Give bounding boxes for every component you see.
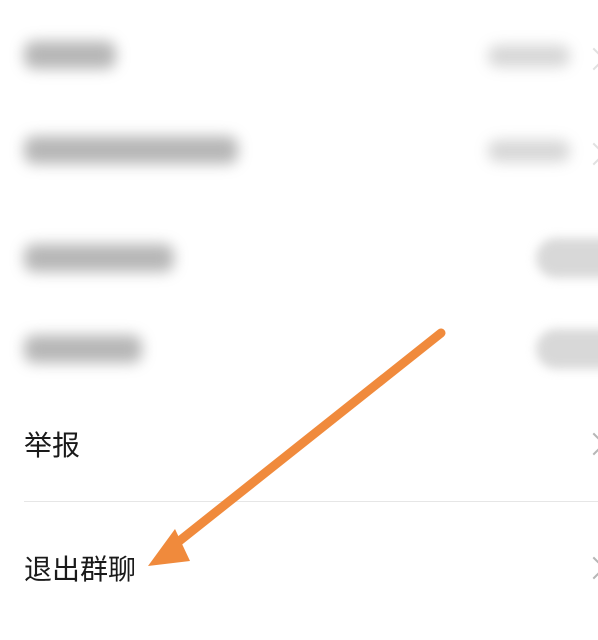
- settings-row-obscured-4: [0, 305, 598, 401]
- toggle-switch[interactable]: [536, 238, 598, 278]
- obscured-label: [24, 335, 142, 363]
- toggle-switch[interactable]: [536, 329, 598, 369]
- obscured-label: [24, 136, 238, 164]
- report-row[interactable]: 举报: [0, 394, 598, 490]
- settings-row-obscured-3: [0, 210, 598, 306]
- chevron-right-icon: [582, 47, 598, 71]
- report-label: 举报: [24, 429, 81, 462]
- obscured-label: [24, 244, 174, 272]
- group-settings-screen: 举报 退出群聊: [0, 0, 598, 640]
- chevron-right-icon: [582, 556, 598, 580]
- obscured-value: [488, 140, 570, 162]
- settings-row-obscured-2[interactable]: [0, 100, 598, 196]
- exit-group-row[interactable]: 退出群聊: [0, 518, 598, 614]
- chevron-right-icon: [582, 432, 598, 456]
- exit-group-label: 退出群聊: [24, 553, 137, 586]
- obscured-value: [488, 45, 570, 67]
- settings-row-obscured-1[interactable]: [0, 5, 598, 101]
- divider: [24, 501, 598, 502]
- obscured-label: [24, 41, 116, 69]
- chevron-right-icon: [582, 142, 598, 166]
